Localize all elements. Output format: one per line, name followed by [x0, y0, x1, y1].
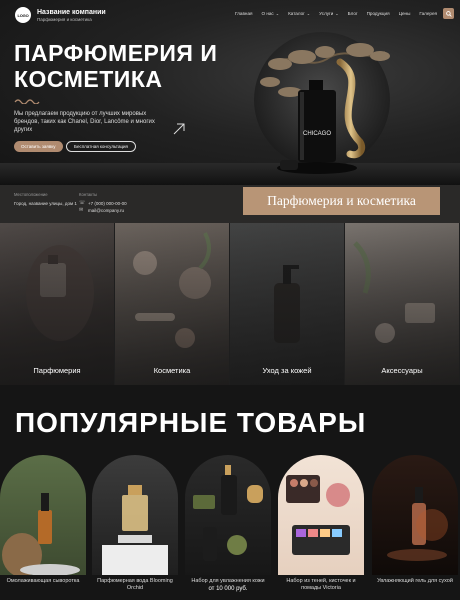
main-nav: Главная О нас ⌄ Каталог ⌄ Услуги ⌄ Блог Про… — [235, 11, 437, 16]
product-card[interactable]: Омолаживающая сыворотка — [0, 455, 86, 585]
consultation-button[interactable]: Бесплатная консультация — [66, 141, 136, 152]
search-button[interactable] — [443, 8, 454, 19]
product-image — [278, 455, 364, 575]
nav-item-services[interactable]: Услуги ⌄ — [319, 11, 339, 16]
nav-item-home[interactable]: Главная — [235, 11, 252, 16]
hero-section: LOGO Название компании Парфюмерия и косм… — [0, 0, 460, 185]
nav-item-about[interactable]: О нас ⌄ — [261, 11, 279, 16]
bottle-label: CHICAGO — [303, 131, 331, 137]
chevron-down-icon: ⌄ — [275, 11, 280, 16]
product-card[interactable]: Увлажняющий гель для сухой — [372, 455, 458, 585]
squiggle-decoration — [14, 99, 40, 104]
nav-item-prices[interactable]: Цены — [399, 11, 411, 16]
category-label: Косметика — [153, 366, 191, 375]
product-image — [372, 455, 458, 575]
hero-description: Мы предлагаем продукцию от лучших мировы… — [14, 111, 155, 133]
category-skincare[interactable]: Уход за кожей — [230, 223, 345, 385]
product-card[interactable]: Парфюмерная вода Blooming Orchid — [92, 455, 178, 592]
category-perfumery[interactable]: Парфюмерия — [0, 223, 115, 385]
product-image — [0, 455, 86, 575]
nav-item-gallery[interactable]: Галерея — [419, 11, 437, 16]
product-image — [92, 455, 178, 575]
category-label: Аксессуары — [381, 366, 423, 375]
chevron-down-icon: ⌄ — [335, 11, 339, 16]
category-label: Парфюмерия — [33, 366, 81, 375]
request-button[interactable]: Оставить заявку — [14, 141, 63, 152]
product-card[interactable]: Набор для увлажнения кожи от 10 000 руб. — [185, 455, 271, 592]
categories-grid: Парфюмерия Косметика Уход за кожей Аксес… — [0, 223, 460, 385]
product-image — [185, 455, 271, 575]
hero-title: ПАРФЮМЕРИЯ И КОСМЕТИКА — [14, 40, 217, 92]
address-label: Местоположение — [14, 192, 48, 197]
category-banner: Парфюмерия и косметика — [243, 187, 440, 215]
search-icon — [445, 10, 452, 17]
product-name: Набор для увлажнения кожи — [191, 578, 265, 584]
email-link[interactable]: ✉ mail@company.ru — [79, 207, 127, 214]
chevron-down-icon: ⌄ — [306, 11, 311, 16]
logo-mark: LOGO — [15, 7, 31, 23]
product-name: Набор из теней, кисточек и помады Victor… — [286, 578, 356, 591]
contacts-block: Контакты ☏ +7 (000) 000-00-00 ✉ mail@compa… — [79, 192, 127, 214]
mail-icon: ✉ — [79, 207, 84, 213]
product-name: Увлажняющий гель для сухой — [377, 578, 453, 584]
address-block: Местоположение Город, название улицы, до… — [14, 192, 77, 207]
product-card[interactable]: Набор из теней, кисточек и помады Victor… — [278, 455, 364, 592]
hero-perfume-image: CHICAGO — [254, 32, 390, 174]
hero-title-line2: КОСМЕТИКА — [14, 66, 163, 92]
category-accessories[interactable]: Аксессуары — [345, 223, 460, 385]
contacts-label: Контакты — [79, 192, 98, 197]
nav-item-catalog[interactable]: Каталог ⌄ — [288, 11, 310, 16]
nav-item-products[interactable]: Продукция — [367, 11, 390, 16]
product-name: Омолаживающая сыворотка — [6, 578, 80, 584]
phone-icon: ☏ — [79, 200, 86, 206]
popular-title: ПОПУЛЯРНЫЕ ТОВАРЫ — [15, 407, 367, 438]
product-price: от 10 000 руб. — [208, 586, 248, 592]
category-label: Уход за кожей — [262, 366, 312, 375]
hero-title-line1: ПАРФЮМЕРИЯ И — [14, 40, 218, 66]
company-name: Название компании — [37, 8, 106, 16]
company-subtitle: Парфюмерия и косметика — [37, 16, 92, 22]
arrow-up-right-icon[interactable] — [172, 122, 186, 136]
phone-link[interactable]: ☏ +7 (000) 000-00-00 — [79, 200, 127, 207]
product-name: Парфюмерная вода Blooming Orchid — [97, 578, 173, 591]
address-value: Город, название улицы, дом 1 — [14, 201, 77, 206]
company-logo[interactable]: LOGO Название компании Парфюмерия и косм… — [15, 7, 106, 23]
popular-products: Омолаживающая сыворотка Парфюмерная вода… — [0, 455, 460, 600]
category-cosmetics[interactable]: Косметика — [115, 223, 230, 385]
nav-item-blog[interactable]: Блог — [348, 11, 358, 16]
